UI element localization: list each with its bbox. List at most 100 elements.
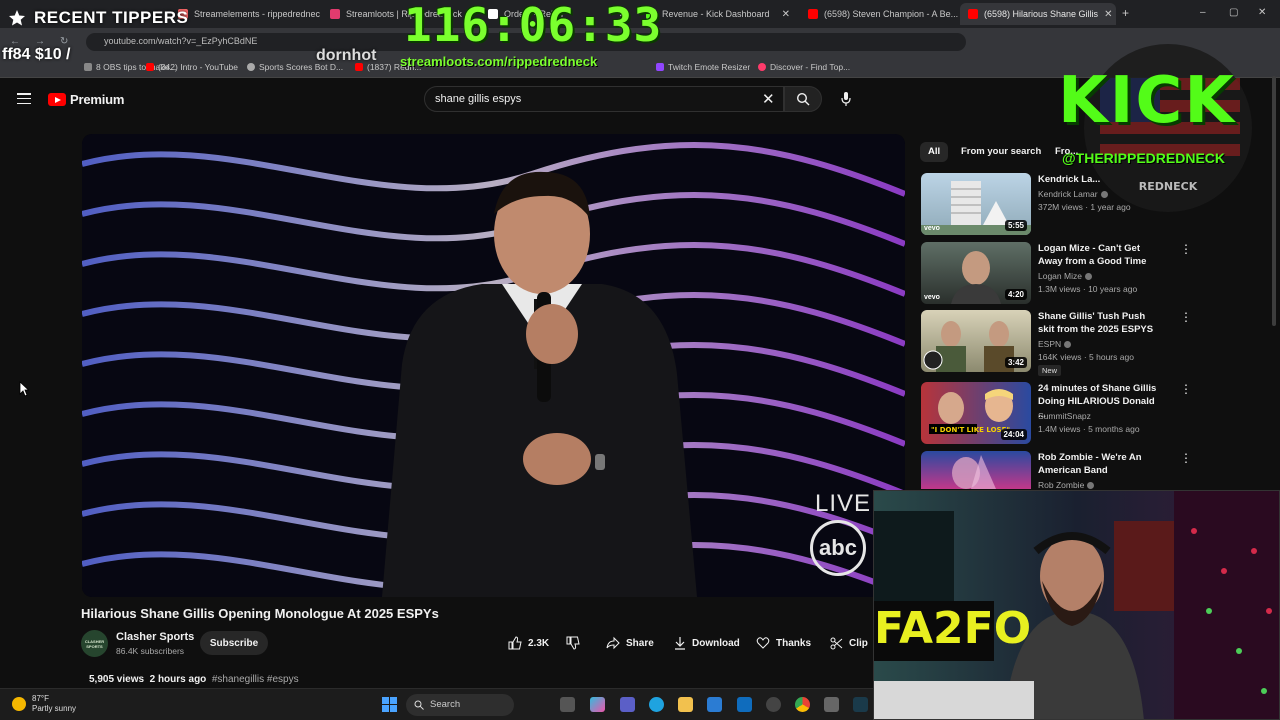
duration-badge: 5:55	[1004, 220, 1027, 231]
video-meta: 5,905 views 2 hours ago #shanegillis #es…	[89, 674, 299, 685]
bookmark-item[interactable]: Twitch Emote Resizer	[656, 62, 750, 72]
partly-sunny-icon	[12, 697, 26, 711]
app-icon[interactable]	[824, 697, 839, 712]
tab-favicon-icon	[968, 9, 978, 19]
stream-timer: 116:06:33	[404, 0, 663, 52]
related-stats: 164K views · 5 hours ago	[1038, 352, 1134, 362]
related-thumbnail[interactable]: "I DON'T LIKE LOSE" 24:04	[921, 382, 1031, 444]
related-channel[interactable]: SummitSnapz	[1038, 411, 1091, 421]
tab-shane-gillis[interactable]: (6598) Hilarious Shane Gillis ✕	[960, 3, 1116, 25]
weather-text: Partly sunny	[32, 704, 77, 713]
video-title: Hilarious Shane Gillis Opening Monologue…	[81, 606, 439, 621]
chip-all[interactable]: All	[920, 142, 949, 162]
bookmark-item[interactable]: Discover - Find Top...	[758, 62, 850, 72]
clip-button[interactable]: Clip	[830, 632, 868, 654]
edge-icon[interactable]	[649, 697, 664, 712]
outlook-icon[interactable]	[737, 697, 752, 712]
mouse-cursor-icon	[19, 381, 29, 397]
windows-taskbar: 87°F Partly sunny Search	[0, 688, 873, 720]
weather-widget[interactable]: 87°F Partly sunny	[12, 694, 76, 714]
star-icon	[9, 10, 25, 26]
youtube-logo[interactable]: Premium	[48, 92, 124, 107]
maximize-icon[interactable]: ▢	[1229, 7, 1238, 18]
more-options-icon[interactable]: ⋮	[1180, 451, 1192, 465]
related-thumbnail[interactable]: vevo 5:55	[921, 173, 1031, 235]
tipper-name: dornhot	[316, 47, 377, 64]
tipper-amount: ff84 $10 /	[2, 46, 71, 63]
like-button[interactable]: 2.3K	[508, 632, 549, 654]
teams-icon[interactable]	[620, 697, 635, 712]
dislike-button[interactable]	[566, 632, 580, 654]
more-options-icon[interactable]: ⋮	[1180, 382, 1192, 396]
tab-title: Revenue - Kick Dashboard	[662, 9, 770, 19]
related-title[interactable]: Rob Zombie - We're An American Band	[1038, 451, 1163, 477]
duration-badge: 24:04	[1000, 429, 1027, 440]
youtube-play-icon	[48, 93, 66, 106]
thanks-heart-icon	[756, 637, 770, 649]
thumbs-up-icon	[508, 636, 522, 650]
thumbnail-image	[952, 455, 996, 489]
more-options-icon[interactable]: ⋮	[1180, 310, 1192, 324]
related-channel[interactable]: ESPN	[1038, 339, 1072, 349]
hashtags[interactable]: #shanegillis #espys	[212, 674, 299, 685]
related-stats: 1.4M views · 5 months ago	[1038, 424, 1140, 434]
share-button[interactable]: Share	[606, 632, 654, 654]
copilot-icon[interactable]	[590, 697, 605, 712]
related-thumbnail[interactable]: 3:42	[921, 310, 1031, 372]
verified-icon	[1064, 341, 1072, 349]
tab-steven-champion[interactable]: (6598) Steven Champion - A Be... ✕	[800, 3, 958, 25]
channel-avatar[interactable]: CLASHER SPORTS	[81, 630, 108, 657]
temperature: 87°F	[32, 694, 49, 703]
search-button[interactable]	[784, 86, 822, 112]
related-thumbnail[interactable]	[921, 451, 1031, 489]
bookmark-item[interactable]: (342) Intro - YouTube	[146, 62, 238, 72]
download-button[interactable]: Download	[674, 632, 740, 654]
related-channel[interactable]: Rob Zombie	[1038, 480, 1095, 490]
related-channel[interactable]: Logan Mize	[1038, 271, 1092, 281]
tab-favicon-icon	[330, 9, 340, 19]
obs-icon[interactable]	[766, 697, 781, 712]
share-icon	[606, 636, 620, 650]
tab-title: Streamelements - rippedrednec...	[194, 9, 320, 19]
window-close-icon[interactable]: ✕	[1258, 7, 1266, 18]
clear-search-icon[interactable]: ✕	[762, 90, 775, 108]
related-thumbnail[interactable]: vevo 4:20	[921, 242, 1031, 304]
verified-icon	[1087, 482, 1095, 490]
thumbnail-caption: "I DON'T LIKE LOSE"	[931, 426, 1010, 434]
more-options-icon[interactable]: ⋮	[1180, 242, 1192, 256]
subscribe-button[interactable]: Subscribe	[200, 631, 268, 655]
task-view-icon[interactable]	[560, 697, 575, 712]
thumbs-down-icon	[566, 636, 580, 650]
microphone-icon[interactable]	[840, 91, 852, 112]
app-icon[interactable]	[853, 697, 868, 712]
file-explorer-icon[interactable]	[678, 697, 693, 712]
new-badge: New	[1038, 365, 1062, 376]
windows-start-icon[interactable]	[382, 697, 397, 712]
close-icon[interactable]: ✕	[1104, 9, 1112, 20]
chrome-icon[interactable]	[795, 697, 810, 712]
kick-handle: @THERIPPEDREDNECK	[1062, 150, 1226, 166]
minimize-icon[interactable]: –	[1200, 7, 1206, 18]
video-player[interactable]	[82, 134, 905, 597]
tab-streamelements[interactable]: Streamelements - rippedrednec... ✕	[170, 3, 320, 25]
thanks-button[interactable]: Thanks	[756, 632, 811, 654]
channel-name[interactable]: Clasher Sports	[116, 631, 194, 643]
tab-title: (6598) Steven Champion - A Be...	[824, 9, 958, 19]
related-title[interactable]: Shane Gillis' Tush Push skit from the 20…	[1038, 310, 1163, 336]
video-frame	[82, 134, 905, 597]
search-icon	[796, 92, 810, 106]
scissors-icon	[830, 637, 843, 649]
duration-badge: 3:42	[1004, 357, 1027, 368]
store-icon[interactable]	[707, 697, 722, 712]
bookmark-favicon-icon	[247, 63, 255, 71]
webcam-feed: FA2FO	[874, 491, 1279, 719]
menu-icon[interactable]	[17, 93, 31, 104]
search-input[interactable]: shane gillis espys	[424, 86, 784, 112]
streamloots-url: streamloots.com/rippedredneck	[400, 54, 598, 69]
bookmark-favicon-icon	[656, 63, 664, 71]
related-title[interactable]: Logan Mize - Can't Get Away from a Good …	[1038, 242, 1163, 268]
new-tab-icon[interactable]: +	[1122, 6, 1129, 20]
close-icon[interactable]: ✕	[782, 9, 790, 20]
duration-badge: 4:20	[1004, 289, 1027, 300]
chip-from-your-search[interactable]: From your search	[953, 142, 1049, 162]
